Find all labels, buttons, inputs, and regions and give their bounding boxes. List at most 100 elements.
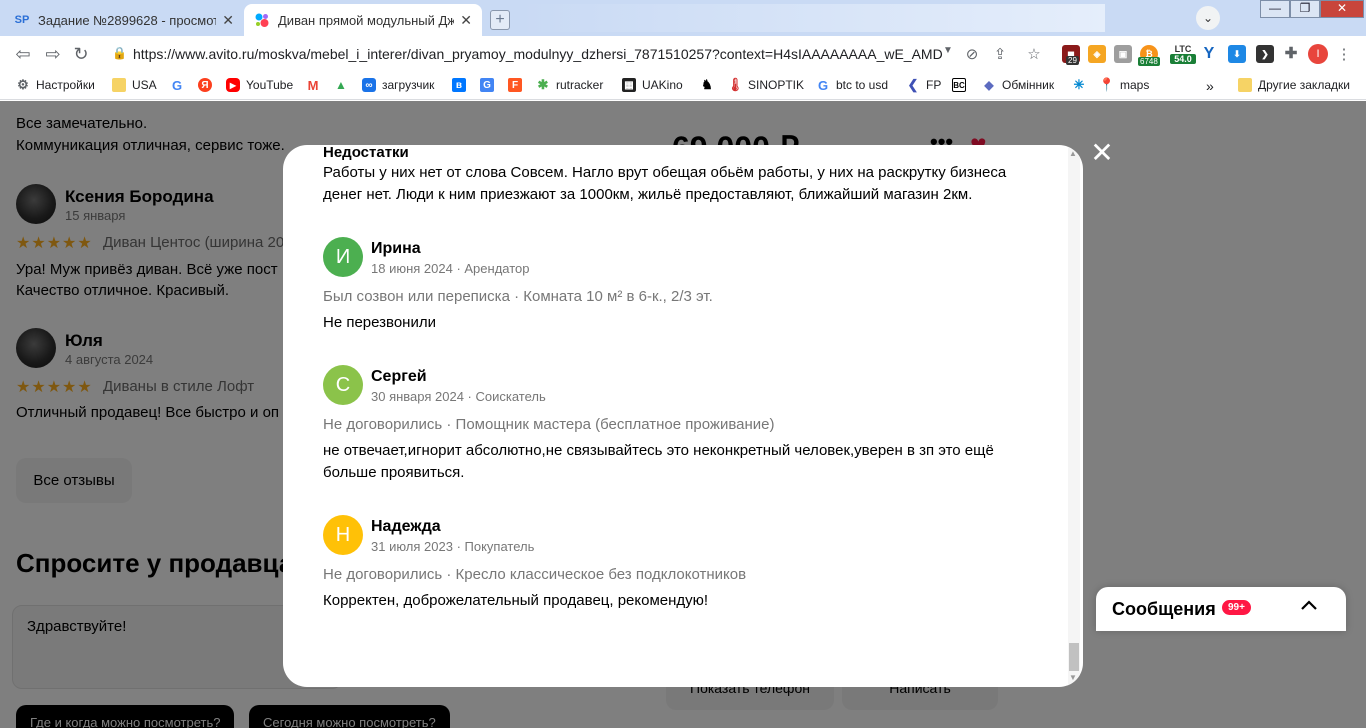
tab-close-icon[interactable]: ✕ bbox=[460, 12, 472, 29]
chrome-menu-icon[interactable]: ⋮ bbox=[1334, 45, 1354, 63]
bookmark-exchanger[interactable]: ◆ Обмінник bbox=[982, 78, 1054, 92]
tab-search-icon[interactable]: ⌄ bbox=[1196, 6, 1220, 30]
bookmark-yandex[interactable]: Я bbox=[198, 78, 218, 92]
bookmark-google[interactable]: G bbox=[170, 78, 190, 93]
review-text: Корректен, доброжелательный продавец, ре… bbox=[323, 592, 709, 609]
other-bookmarks[interactable]: Другие закладки bbox=[1238, 78, 1350, 92]
snowflake-icon: ✳ bbox=[1073, 77, 1085, 92]
bookmark-vk[interactable]: в bbox=[452, 78, 472, 92]
ltc-label: LTC bbox=[1174, 44, 1192, 54]
bookmark-sinoptik[interactable]: 🌡 SINOPTIK bbox=[726, 77, 804, 92]
translate-icon: G bbox=[480, 78, 494, 92]
extension-badge: 29 bbox=[1066, 56, 1079, 65]
bookmark-youtube[interactable]: ▶ YouTube bbox=[226, 78, 293, 92]
messages-widget[interactable]: Сообщения 99+ bbox=[1096, 587, 1346, 631]
folder-icon bbox=[1238, 78, 1252, 92]
bookmark-snowflake[interactable]: ✳ bbox=[1072, 77, 1092, 92]
vk-icon: в bbox=[452, 78, 466, 92]
extension-y-icon[interactable]: Y bbox=[1200, 45, 1218, 63]
bookmark-chess[interactable]: ♞ bbox=[700, 77, 720, 92]
share-icon[interactable]: ⇪ bbox=[990, 45, 1010, 63]
bookmark-settings[interactable]: ⚙ Настройки bbox=[16, 77, 95, 92]
section-text: Работы у них нет от слова Совсем. Нагло … bbox=[323, 164, 1007, 203]
reviews-modal: Недостатки Работы у них нет от слова Сов… bbox=[283, 145, 1083, 687]
review-meta: Был созвон или переписка · Комната 10 м²… bbox=[323, 288, 713, 305]
review-date: 31 июля 2023 · Покупатель bbox=[371, 539, 535, 554]
scrollbar-thumb[interactable] bbox=[1069, 643, 1079, 671]
rutracker-icon: ✱ bbox=[537, 77, 549, 92]
tab-avito[interactable]: Диван прямой модульный Джерси ✕ bbox=[244, 4, 482, 36]
back-arrow-icon[interactable]: ⇦ bbox=[12, 43, 34, 65]
puzzle-icon[interactable]: ✚ bbox=[1282, 45, 1300, 63]
reload-icon[interactable]: ↻ bbox=[70, 43, 92, 65]
close-window-button[interactable]: ✕ bbox=[1320, 0, 1364, 18]
bookmark-rutracker[interactable]: ✱ rutracker bbox=[536, 77, 604, 92]
bookmark-drive[interactable]: ▲ bbox=[334, 78, 354, 92]
avatar: С bbox=[323, 365, 363, 405]
uakino-icon: ▦ bbox=[622, 78, 636, 92]
maps-icon: 📍 bbox=[1098, 77, 1116, 92]
background-tabs bbox=[520, 4, 1105, 32]
bookmarks-overflow-button[interactable]: » bbox=[1206, 78, 1214, 94]
drive-icon: ▲ bbox=[335, 78, 347, 92]
bookmark-uakino[interactable]: ▦ UAKino bbox=[622, 78, 683, 92]
forward-arrow-icon[interactable]: ⇨ bbox=[42, 43, 64, 65]
review-text: Не перезвонили bbox=[323, 314, 436, 331]
scroll-up-icon[interactable]: ▲ bbox=[1069, 149, 1077, 158]
scroll-down-icon[interactable]: ▼ bbox=[1069, 673, 1077, 682]
address-bar-row: ⇦ ⇨ ↻ 🔒 https://www.avito.ru/moskva/mebe… bbox=[0, 36, 1366, 72]
ltc-ticker[interactable]: LTC 54.0 bbox=[1170, 44, 1196, 64]
extension-shield-icon[interactable]: ◈ bbox=[1088, 45, 1106, 63]
folder-icon bbox=[112, 78, 126, 92]
url-field[interactable]: https://www.avito.ru/moskva/mebel_i_inte… bbox=[133, 46, 943, 62]
yandex-icon: Я bbox=[198, 78, 212, 92]
tab-bar: SP Задание №2899628 - просмотр за ✕ Дива… bbox=[0, 0, 1366, 36]
google-icon: G bbox=[817, 77, 829, 93]
bookmark-usa[interactable]: USA bbox=[112, 78, 157, 92]
modal-scrollbar[interactable] bbox=[1068, 145, 1080, 687]
bookmark-f[interactable]: F bbox=[508, 78, 528, 92]
f-icon: F bbox=[508, 78, 522, 92]
messages-badge: 99+ bbox=[1222, 600, 1251, 615]
maximize-button[interactable]: ❐ bbox=[1290, 0, 1320, 18]
exchange-icon: ◆ bbox=[984, 78, 994, 92]
bookmark-bc[interactable]: BC bbox=[952, 78, 972, 92]
ltc-value: 54.0 bbox=[1170, 54, 1196, 64]
avito-favicon-icon bbox=[254, 12, 270, 28]
reviewer-name: Ирина bbox=[371, 240, 421, 257]
tab-close-icon[interactable]: ✕ bbox=[222, 12, 234, 29]
lock-icon[interactable]: 🔒 bbox=[112, 46, 127, 60]
extension-grey-icon[interactable]: ▣ bbox=[1114, 45, 1132, 63]
bookmark-maps[interactable]: 📍 maps bbox=[1098, 77, 1149, 92]
blocked-icon[interactable]: ⊘ bbox=[962, 45, 982, 63]
bookmark-translate[interactable]: G bbox=[480, 78, 500, 92]
extension-dark-icon[interactable]: ❯ bbox=[1256, 45, 1274, 63]
new-tab-button[interactable]: + bbox=[490, 10, 510, 30]
gear-icon: ⚙ bbox=[17, 77, 29, 92]
tab-title: Задание №2899628 - просмотр за bbox=[38, 12, 217, 28]
minimize-button[interactable]: — bbox=[1260, 0, 1290, 18]
reviewer-name: Надежда bbox=[371, 518, 441, 535]
review-meta: Не договорились · Кресло классическое бе… bbox=[323, 566, 747, 583]
bookmarks-bar: ⚙ Настройки USA G Я ▶ YouTube M ▲ ∞ загрузч… bbox=[0, 72, 1366, 100]
download-icon[interactable]: ⬇ bbox=[1228, 45, 1246, 63]
profile-avatar[interactable]: I bbox=[1308, 44, 1328, 64]
chess-icon: ♞ bbox=[701, 77, 713, 92]
bookmark-downloader[interactable]: ∞ загрузчик bbox=[362, 78, 434, 92]
reviewer-name: Сергей bbox=[371, 368, 427, 385]
tab-title: Диван прямой модульный Джерси bbox=[278, 12, 455, 28]
bookmark-btc-to-usd[interactable]: Gbtc to usd bbox=[816, 77, 888, 93]
bc-icon: BC bbox=[952, 78, 966, 92]
close-icon[interactable]: ✕ bbox=[1090, 139, 1114, 167]
tab-task[interactable]: SP Задание №2899628 - просмотр за ✕ bbox=[4, 4, 244, 36]
bookmark-fp[interactable]: ❮ FP bbox=[906, 77, 942, 92]
bookmark-gmail[interactable]: M bbox=[306, 78, 326, 93]
chevron-up-icon[interactable] bbox=[1298, 595, 1320, 623]
review-text: не отвечает,игнорит абсолютно,не связыва… bbox=[323, 442, 994, 481]
thermometer-icon: 🌡 bbox=[726, 77, 744, 92]
avatar: Н bbox=[323, 515, 363, 555]
btc-badge: 6748 bbox=[1138, 57, 1160, 66]
messages-title: Сообщения bbox=[1112, 599, 1216, 619]
bookmark-star-icon[interactable]: ☆ bbox=[1024, 45, 1044, 63]
url-dropdown-icon[interactable]: ▼ bbox=[938, 45, 958, 56]
